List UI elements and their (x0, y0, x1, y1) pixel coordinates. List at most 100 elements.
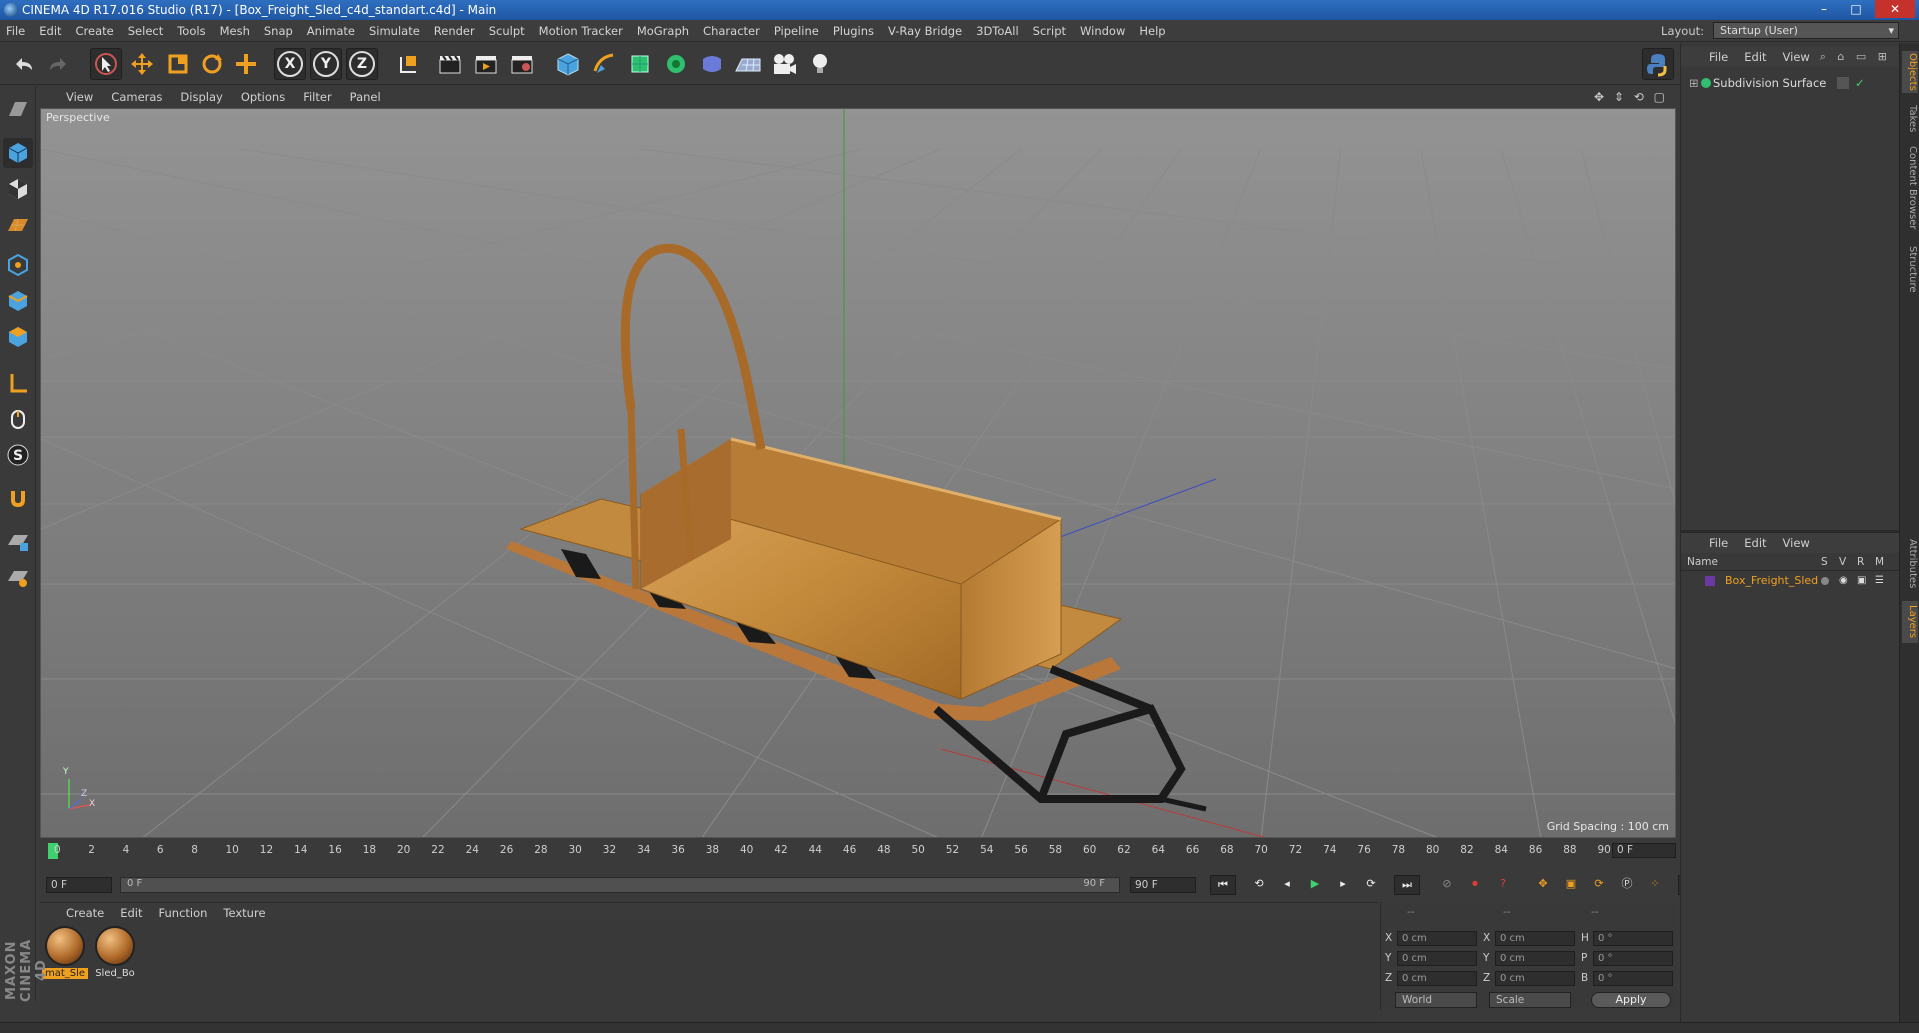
coordinate-system-button[interactable] (392, 48, 424, 80)
viewport-menu-options[interactable]: Options (241, 90, 285, 104)
manager-icon[interactable]: ☰ (1875, 573, 1884, 589)
visibility-toggle[interactable] (1837, 77, 1849, 89)
eye-icon[interactable]: ◉ (1839, 573, 1848, 589)
rotate-tool-button[interactable] (196, 48, 228, 80)
layer-row-box-freight-sled[interactable]: Box_Freight_Sled ◉ ▣ ☰ (1685, 573, 1895, 589)
material-sled-bo[interactable]: Sled_Bo (92, 926, 138, 982)
autokey-button[interactable]: ? (1490, 875, 1516, 895)
coord-pos-z-field[interactable]: 0 cm (1397, 971, 1477, 986)
menu-edit[interactable]: Edit (39, 24, 61, 38)
tab-content-browser[interactable]: Content Browser (1902, 143, 1918, 233)
model-mode-button[interactable] (3, 138, 33, 168)
add-light-button[interactable] (804, 48, 836, 80)
points-mode-button[interactable] (3, 250, 33, 280)
move-tool-button[interactable] (126, 48, 158, 80)
layer-col-name[interactable]: Name (1687, 556, 1718, 568)
menu-3dtoall[interactable]: 3DToAll (976, 24, 1019, 38)
menu-select[interactable]: Select (128, 24, 163, 38)
menu-render[interactable]: Render (434, 24, 475, 38)
menu-simulate[interactable]: Simulate (369, 24, 420, 38)
add-scene-button[interactable] (732, 48, 764, 80)
end-frame-field[interactable]: 90 F (1130, 877, 1196, 893)
menu-file[interactable]: File (6, 24, 25, 38)
coord-size-x-field[interactable]: 0 cm (1495, 931, 1575, 946)
objects-menu-view[interactable]: View (1783, 50, 1810, 64)
render-settings-button[interactable] (506, 48, 538, 80)
current-frame-field[interactable]: 0 F (1612, 843, 1676, 858)
magnet-tool-button[interactable] (3, 484, 33, 514)
tab-layers[interactable]: Layers (1902, 601, 1918, 643)
coord-pos-x-field[interactable]: 0 cm (1397, 931, 1477, 946)
autokey-off-button[interactable]: ⊘ (1434, 875, 1460, 895)
coord-pos-y-field[interactable]: 0 cm (1397, 951, 1477, 966)
add-camera-button[interactable] (768, 48, 800, 80)
snapping-button[interactable]: S (3, 440, 33, 470)
minimize-button[interactable]: – (1811, 0, 1837, 18)
menu-snap[interactable]: Snap (264, 24, 293, 38)
next-key-button[interactable]: ⟳ (1358, 875, 1384, 895)
add-cube-button[interactable] (552, 48, 584, 80)
tab-objects[interactable]: Objects (1902, 51, 1918, 93)
material-menu-create[interactable]: Create (66, 906, 104, 920)
layers-menu-edit[interactable]: Edit (1744, 536, 1766, 550)
tweak-mode-button[interactable] (3, 404, 33, 434)
layer-col-render[interactable]: R (1857, 556, 1864, 568)
z-axis-lock-button[interactable]: Z (346, 48, 378, 80)
live-selection-button[interactable] (90, 48, 122, 80)
menu-motion-tracker[interactable]: Motion Tracker (539, 24, 623, 38)
add-deformer-button[interactable] (696, 48, 728, 80)
tab-attributes[interactable]: Attributes (1902, 533, 1918, 595)
tab-structure[interactable]: Structure (1902, 241, 1918, 297)
material-menu-function[interactable]: Function (159, 906, 208, 920)
apply-button[interactable]: Apply (1591, 992, 1671, 1008)
go-to-start-button[interactable]: ⏮ (1210, 875, 1236, 895)
next-frame-button[interactable]: ▸ (1330, 875, 1356, 895)
axis-mode-button[interactable] (3, 368, 33, 398)
workplane-align-button[interactable] (3, 562, 33, 592)
add-mograph-button[interactable] (660, 48, 692, 80)
material-menu-edit[interactable]: Edit (120, 906, 142, 920)
viewport-menu-view[interactable]: View (66, 90, 93, 104)
key-pla-button[interactable]: ⁘ (1642, 875, 1668, 895)
menu-vray-bridge[interactable]: V-Ray Bridge (888, 24, 962, 38)
record-button[interactable]: ⏺ (1462, 875, 1488, 895)
layers-menu-file[interactable]: File (1709, 536, 1728, 550)
previous-frame-button[interactable]: ◂ (1274, 875, 1300, 895)
menu-plugins[interactable]: Plugins (833, 24, 874, 38)
menu-mesh[interactable]: Mesh (220, 24, 250, 38)
x-axis-lock-button[interactable]: X (274, 48, 306, 80)
render-view-button[interactable] (434, 48, 466, 80)
layer-col-manager[interactable]: M (1875, 556, 1884, 568)
menu-tools[interactable]: Tools (177, 24, 205, 38)
coord-size-z-field[interactable]: 0 cm (1495, 971, 1575, 986)
viewport-menu-filter[interactable]: Filter (303, 90, 331, 104)
viewport-menu-cameras[interactable]: Cameras (111, 90, 162, 104)
layer-col-visible[interactable]: V (1839, 556, 1846, 568)
key-parameter-button[interactable]: Ⓟ (1614, 875, 1640, 895)
coord-scale-select[interactable]: Scale (1489, 992, 1571, 1008)
coord-mode-select[interactable]: World (1395, 992, 1477, 1008)
material-menu-texture[interactable]: Texture (223, 906, 265, 920)
y-axis-lock-button[interactable]: Y (310, 48, 342, 80)
coord-size-y-field[interactable]: 0 cm (1495, 951, 1575, 966)
perspective-viewport[interactable]: Perspective Y X Z Grid Spacing : 100 cm (40, 108, 1676, 838)
layer-color-swatch[interactable] (1705, 576, 1715, 586)
scale-tool-button[interactable] (162, 48, 194, 80)
lock-workplane-button[interactable] (3, 526, 33, 556)
coord-rot-b-field[interactable]: 0 ° (1593, 971, 1673, 986)
texture-mode-button[interactable] (3, 174, 33, 204)
object-manager-tool-icons[interactable]: ⌕ ⌂ ▭ ⊞ (1820, 50, 1891, 64)
menu-character[interactable]: Character (703, 24, 760, 38)
menu-help[interactable]: Help (1139, 24, 1165, 38)
menu-window[interactable]: Window (1080, 24, 1125, 38)
menu-mograph[interactable]: MoGraph (637, 24, 689, 38)
transform-tool-button[interactable] (230, 48, 262, 80)
key-position-button[interactable]: ✥ (1530, 875, 1556, 895)
polygons-mode-button[interactable] (3, 322, 33, 352)
layer-solo-dot[interactable] (1821, 577, 1829, 585)
menu-create[interactable]: Create (76, 24, 114, 38)
enabled-check-icon[interactable]: ✓ (1855, 75, 1865, 91)
layout-select[interactable]: Startup (User) ▾ (1713, 22, 1899, 39)
menu-sculpt[interactable]: Sculpt (489, 24, 525, 38)
maximize-button[interactable]: □ (1843, 0, 1869, 18)
